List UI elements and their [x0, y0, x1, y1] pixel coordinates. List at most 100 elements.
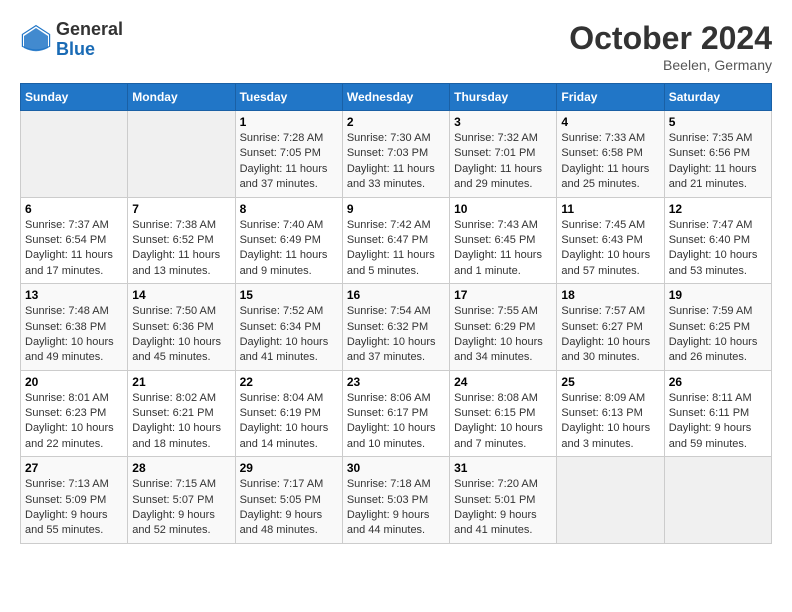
- calendar-cell: 20 Sunrise: 8:01 AM Sunset: 6:23 PM Dayli…: [21, 370, 128, 457]
- day-info: Sunrise: 7:20 AM Sunset: 5:01 PM Dayligh…: [454, 477, 552, 539]
- day-info: Sunrise: 8:08 AM Sunset: 6:15 PM Dayligh…: [454, 391, 552, 453]
- title-block: October 2024 Beelen, Germany: [569, 20, 772, 73]
- day-number: 23: [347, 375, 445, 389]
- calendar-cell: [21, 111, 128, 198]
- day-info: Sunrise: 7:28 AM Sunset: 7:05 PM Dayligh…: [240, 131, 338, 193]
- day-number: 28: [132, 461, 230, 475]
- location-subtitle: Beelen, Germany: [569, 57, 772, 73]
- calendar-week-5: 27 Sunrise: 7:13 AM Sunset: 5:09 PM Dayli…: [21, 457, 772, 544]
- day-number: 25: [561, 375, 659, 389]
- day-number: 7: [132, 202, 230, 216]
- day-info: Sunrise: 8:02 AM Sunset: 6:21 PM Dayligh…: [132, 391, 230, 453]
- day-info: Sunrise: 8:11 AM Sunset: 6:11 PM Dayligh…: [669, 391, 767, 453]
- calendar-week-1: 1 Sunrise: 7:28 AM Sunset: 7:05 PM Daylig…: [21, 111, 772, 198]
- day-number: 29: [240, 461, 338, 475]
- calendar-cell: 2Sunrise: 7:30 AM Sunset: 7:03 PM Daylig…: [342, 111, 449, 198]
- day-info: Sunrise: 7:32 AM Sunset: 7:01 PM Dayligh…: [454, 131, 552, 193]
- calendar-cell: 8 Sunrise: 7:40 AM Sunset: 6:49 PM Daylig…: [235, 197, 342, 284]
- day-info: Sunrise: 7:42 AM Sunset: 6:47 PM Dayligh…: [347, 218, 445, 280]
- weekday-header-tuesday: Tuesday: [235, 84, 342, 111]
- logo: General Blue: [20, 20, 123, 60]
- calendar-cell: 30Sunrise: 7:18 AM Sunset: 5:03 PM Dayli…: [342, 457, 449, 544]
- day-info: Sunrise: 7:47 AM Sunset: 6:40 PM Dayligh…: [669, 218, 767, 280]
- day-number: 9: [347, 202, 445, 216]
- day-info: Sunrise: 8:01 AM Sunset: 6:23 PM Dayligh…: [25, 391, 123, 453]
- logo-text: General Blue: [56, 20, 123, 60]
- day-number: 14: [132, 288, 230, 302]
- day-info: Sunrise: 7:52 AM Sunset: 6:34 PM Dayligh…: [240, 304, 338, 366]
- logo-icon: [20, 24, 52, 56]
- day-number: 27: [25, 461, 123, 475]
- calendar-cell: 26 Sunrise: 8:11 AM Sunset: 6:11 PM Dayli…: [664, 370, 771, 457]
- month-title: October 2024: [569, 20, 772, 57]
- day-number: 11: [561, 202, 659, 216]
- calendar-cell: 9 Sunrise: 7:42 AM Sunset: 6:47 PM Daylig…: [342, 197, 449, 284]
- weekday-header-saturday: Saturday: [664, 84, 771, 111]
- day-number: 10: [454, 202, 552, 216]
- day-number: 13: [25, 288, 123, 302]
- day-info: Sunrise: 8:09 AM Sunset: 6:13 PM Dayligh…: [561, 391, 659, 453]
- day-number: 8: [240, 202, 338, 216]
- calendar-cell: 7 Sunrise: 7:38 AM Sunset: 6:52 PM Daylig…: [128, 197, 235, 284]
- calendar-cell: 14 Sunrise: 7:50 AM Sunset: 6:36 PM Dayli…: [128, 284, 235, 371]
- page-header: General Blue October 2024 Beelen, German…: [20, 20, 772, 73]
- calendar-cell: 19 Sunrise: 7:59 AM Sunset: 6:25 PM Dayli…: [664, 284, 771, 371]
- calendar-cell: 18 Sunrise: 7:57 AM Sunset: 6:27 PM Dayli…: [557, 284, 664, 371]
- calendar-cell: 17 Sunrise: 7:55 AM Sunset: 6:29 PM Dayli…: [450, 284, 557, 371]
- weekday-header-monday: Monday: [128, 84, 235, 111]
- day-info: Sunrise: 7:13 AM Sunset: 5:09 PM Dayligh…: [25, 477, 123, 539]
- day-info: Sunrise: 7:57 AM Sunset: 6:27 PM Dayligh…: [561, 304, 659, 366]
- day-number: 19: [669, 288, 767, 302]
- day-number: 20: [25, 375, 123, 389]
- calendar-cell: 4Sunrise: 7:33 AM Sunset: 6:58 PM Daylig…: [557, 111, 664, 198]
- calendar-cell: 15 Sunrise: 7:52 AM Sunset: 6:34 PM Dayli…: [235, 284, 342, 371]
- day-number: 2: [347, 115, 445, 129]
- calendar-cell: 27 Sunrise: 7:13 AM Sunset: 5:09 PM Dayli…: [21, 457, 128, 544]
- calendar-cell: 10 Sunrise: 7:43 AM Sunset: 6:45 PM Dayli…: [450, 197, 557, 284]
- day-info: Sunrise: 7:54 AM Sunset: 6:32 PM Dayligh…: [347, 304, 445, 366]
- day-number: 4: [561, 115, 659, 129]
- day-info: Sunrise: 7:43 AM Sunset: 6:45 PM Dayligh…: [454, 218, 552, 280]
- day-number: 5: [669, 115, 767, 129]
- calendar-cell: 28Sunrise: 7:15 AM Sunset: 5:07 PM Dayli…: [128, 457, 235, 544]
- day-info: Sunrise: 8:04 AM Sunset: 6:19 PM Dayligh…: [240, 391, 338, 453]
- weekday-header-wednesday: Wednesday: [342, 84, 449, 111]
- calendar-body: 1 Sunrise: 7:28 AM Sunset: 7:05 PM Daylig…: [21, 111, 772, 544]
- calendar-week-3: 13 Sunrise: 7:48 AM Sunset: 6:38 PM Dayli…: [21, 284, 772, 371]
- day-info: Sunrise: 7:18 AM Sunset: 5:03 PM Dayligh…: [347, 477, 445, 539]
- day-number: 1: [240, 115, 338, 129]
- day-info: Sunrise: 7:38 AM Sunset: 6:52 PM Dayligh…: [132, 218, 230, 280]
- calendar-week-2: 6Sunrise: 7:37 AM Sunset: 6:54 PM Daylig…: [21, 197, 772, 284]
- day-number: 26: [669, 375, 767, 389]
- calendar-cell: 12 Sunrise: 7:47 AM Sunset: 6:40 PM Dayli…: [664, 197, 771, 284]
- day-info: Sunrise: 7:40 AM Sunset: 6:49 PM Dayligh…: [240, 218, 338, 280]
- calendar-cell: 22Sunrise: 8:04 AM Sunset: 6:19 PM Dayli…: [235, 370, 342, 457]
- calendar-week-4: 20 Sunrise: 8:01 AM Sunset: 6:23 PM Dayli…: [21, 370, 772, 457]
- day-info: Sunrise: 7:50 AM Sunset: 6:36 PM Dayligh…: [132, 304, 230, 366]
- day-number: 15: [240, 288, 338, 302]
- day-number: 18: [561, 288, 659, 302]
- calendar-cell: [128, 111, 235, 198]
- calendar-header: SundayMondayTuesdayWednesdayThursdayFrid…: [21, 84, 772, 111]
- day-info: Sunrise: 8:06 AM Sunset: 6:17 PM Dayligh…: [347, 391, 445, 453]
- calendar-cell: 25 Sunrise: 8:09 AM Sunset: 6:13 PM Dayli…: [557, 370, 664, 457]
- calendar-cell: 6Sunrise: 7:37 AM Sunset: 6:54 PM Daylig…: [21, 197, 128, 284]
- calendar-cell: 23 Sunrise: 8:06 AM Sunset: 6:17 PM Dayli…: [342, 370, 449, 457]
- calendar-cell: 11Sunrise: 7:45 AM Sunset: 6:43 PM Dayli…: [557, 197, 664, 284]
- day-number: 31: [454, 461, 552, 475]
- day-info: Sunrise: 7:48 AM Sunset: 6:38 PM Dayligh…: [25, 304, 123, 366]
- calendar-cell: [664, 457, 771, 544]
- calendar-cell: 1 Sunrise: 7:28 AM Sunset: 7:05 PM Daylig…: [235, 111, 342, 198]
- day-number: 12: [669, 202, 767, 216]
- day-info: Sunrise: 7:55 AM Sunset: 6:29 PM Dayligh…: [454, 304, 552, 366]
- day-info: Sunrise: 7:59 AM Sunset: 6:25 PM Dayligh…: [669, 304, 767, 366]
- calendar-cell: 21Sunrise: 8:02 AM Sunset: 6:21 PM Dayli…: [128, 370, 235, 457]
- calendar-cell: 31 Sunrise: 7:20 AM Sunset: 5:01 PM Dayli…: [450, 457, 557, 544]
- calendar-cell: [557, 457, 664, 544]
- calendar-cell: 5 Sunrise: 7:35 AM Sunset: 6:56 PM Daylig…: [664, 111, 771, 198]
- day-info: Sunrise: 7:35 AM Sunset: 6:56 PM Dayligh…: [669, 131, 767, 193]
- day-number: 17: [454, 288, 552, 302]
- calendar-table: SundayMondayTuesdayWednesdayThursdayFrid…: [20, 83, 772, 544]
- logo-general: General: [56, 20, 123, 40]
- weekday-header-thursday: Thursday: [450, 84, 557, 111]
